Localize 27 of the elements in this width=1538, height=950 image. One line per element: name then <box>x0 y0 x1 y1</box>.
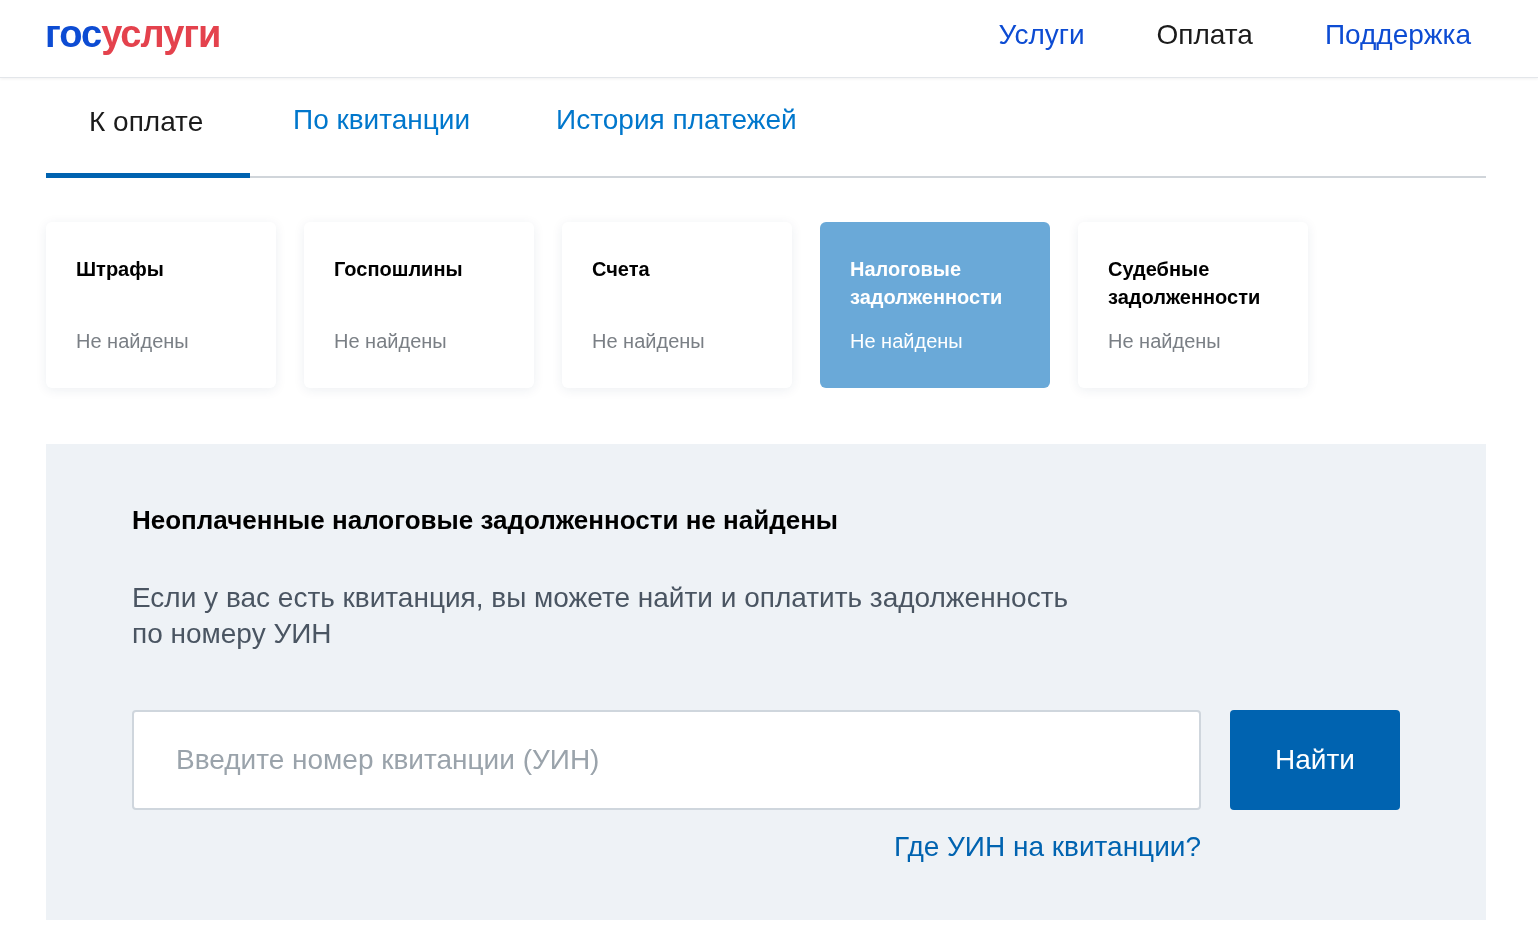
card-status: Не найдены <box>334 329 448 354</box>
tab[interactable]: История платежей <box>513 99 840 176</box>
nav-link[interactable]: Оплата <box>1156 13 1253 56</box>
card-title: Судебные задолженности <box>1108 257 1262 310</box>
card-title: Счета <box>592 257 651 282</box>
find-button[interactable]: Найти <box>1230 710 1400 810</box>
card-status: Не найдены <box>850 329 964 354</box>
category-card[interactable]: Госпошлины Не найдены <box>304 222 534 388</box>
card-title: Налоговые задолженности <box>850 257 1004 310</box>
card-title: Штрафы <box>76 257 165 282</box>
logo-text[interactable]: услуги <box>101 12 221 55</box>
card-status: Не найдены <box>76 329 190 354</box>
panel-heading: Неоплаченные налоговые задолженности не найдены <box>132 504 840 537</box>
nav-link[interactable]: Услуги <box>998 13 1085 56</box>
help-link[interactable]: Где УИН на квитанции? <box>894 826 1201 868</box>
panel-description: Если у вас есть квитанция, вы можете найти и оплатить задолженность по номеру УИН <box>132 581 1070 651</box>
tab[interactable]: К оплате <box>46 101 250 178</box>
card-status: Не найдены <box>592 329 706 354</box>
category-card[interactable]: Судебные задолженности Не найдены <box>1078 222 1308 388</box>
nav-link[interactable]: Поддержка <box>1324 13 1471 56</box>
card-title: Госпошлины <box>334 257 464 282</box>
logo-text[interactable]: гос <box>45 12 102 55</box>
card-status: Не найдены <box>1108 329 1222 354</box>
category-card[interactable]: Счета Не найдены <box>562 222 792 388</box>
uin-input-field[interactable]: Введите номер квитанции (УИН) <box>132 710 1201 810</box>
category-card[interactable]: Штрафы Не найдены <box>46 222 276 388</box>
tab[interactable]: По квитанции <box>250 99 514 176</box>
